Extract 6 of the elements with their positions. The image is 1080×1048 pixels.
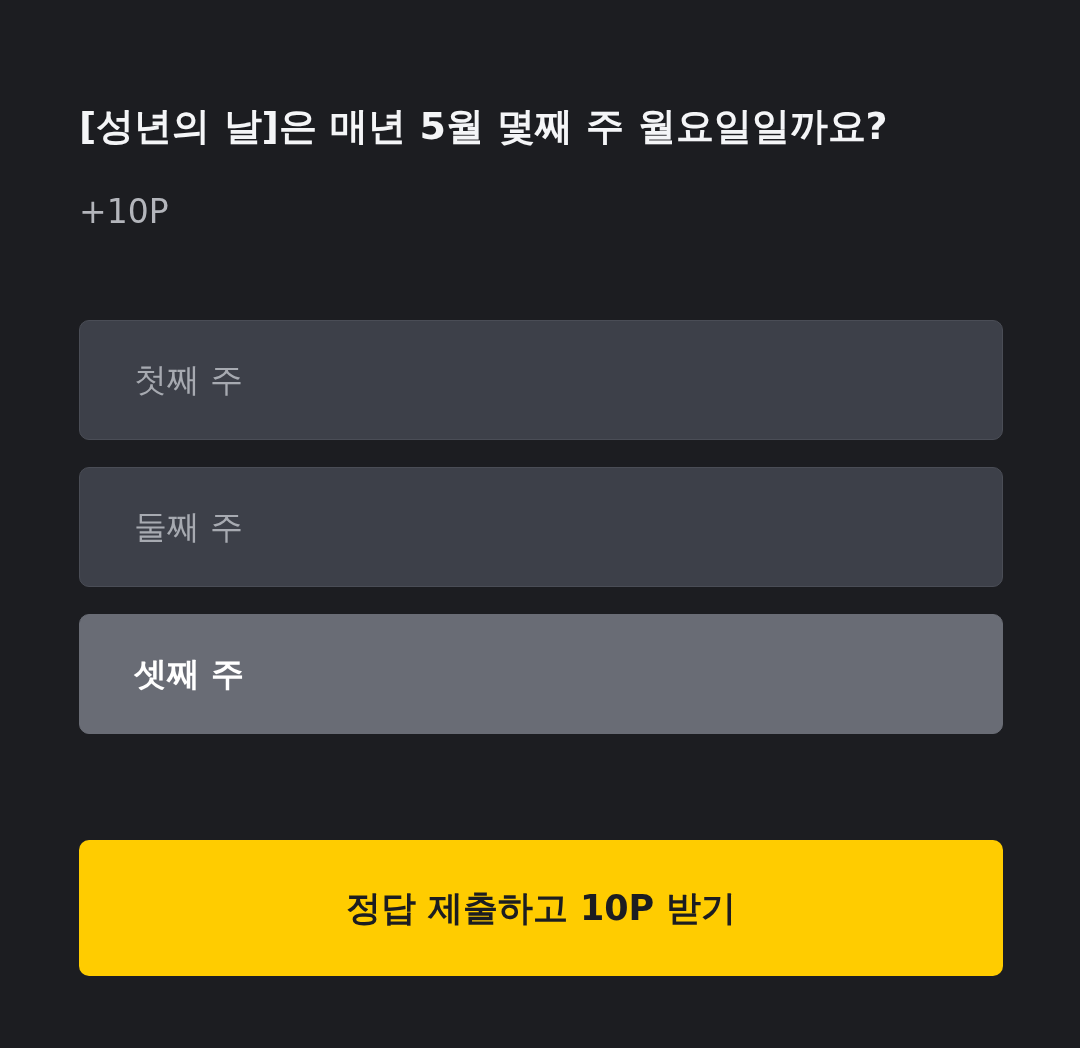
answer-option[interactable]: 둘째 주	[79, 467, 1003, 587]
answer-option[interactable]: 첫째 주	[79, 320, 1003, 440]
answer-option[interactable]: 셋째 주	[79, 614, 1003, 734]
submit-button[interactable]: 정답 제출하고 10P 받기	[79, 840, 1003, 976]
question-title: [성년의 날]은 매년 5월 몇째 주 월요일일까요?	[79, 103, 888, 150]
points-label: +10P	[79, 191, 169, 233]
